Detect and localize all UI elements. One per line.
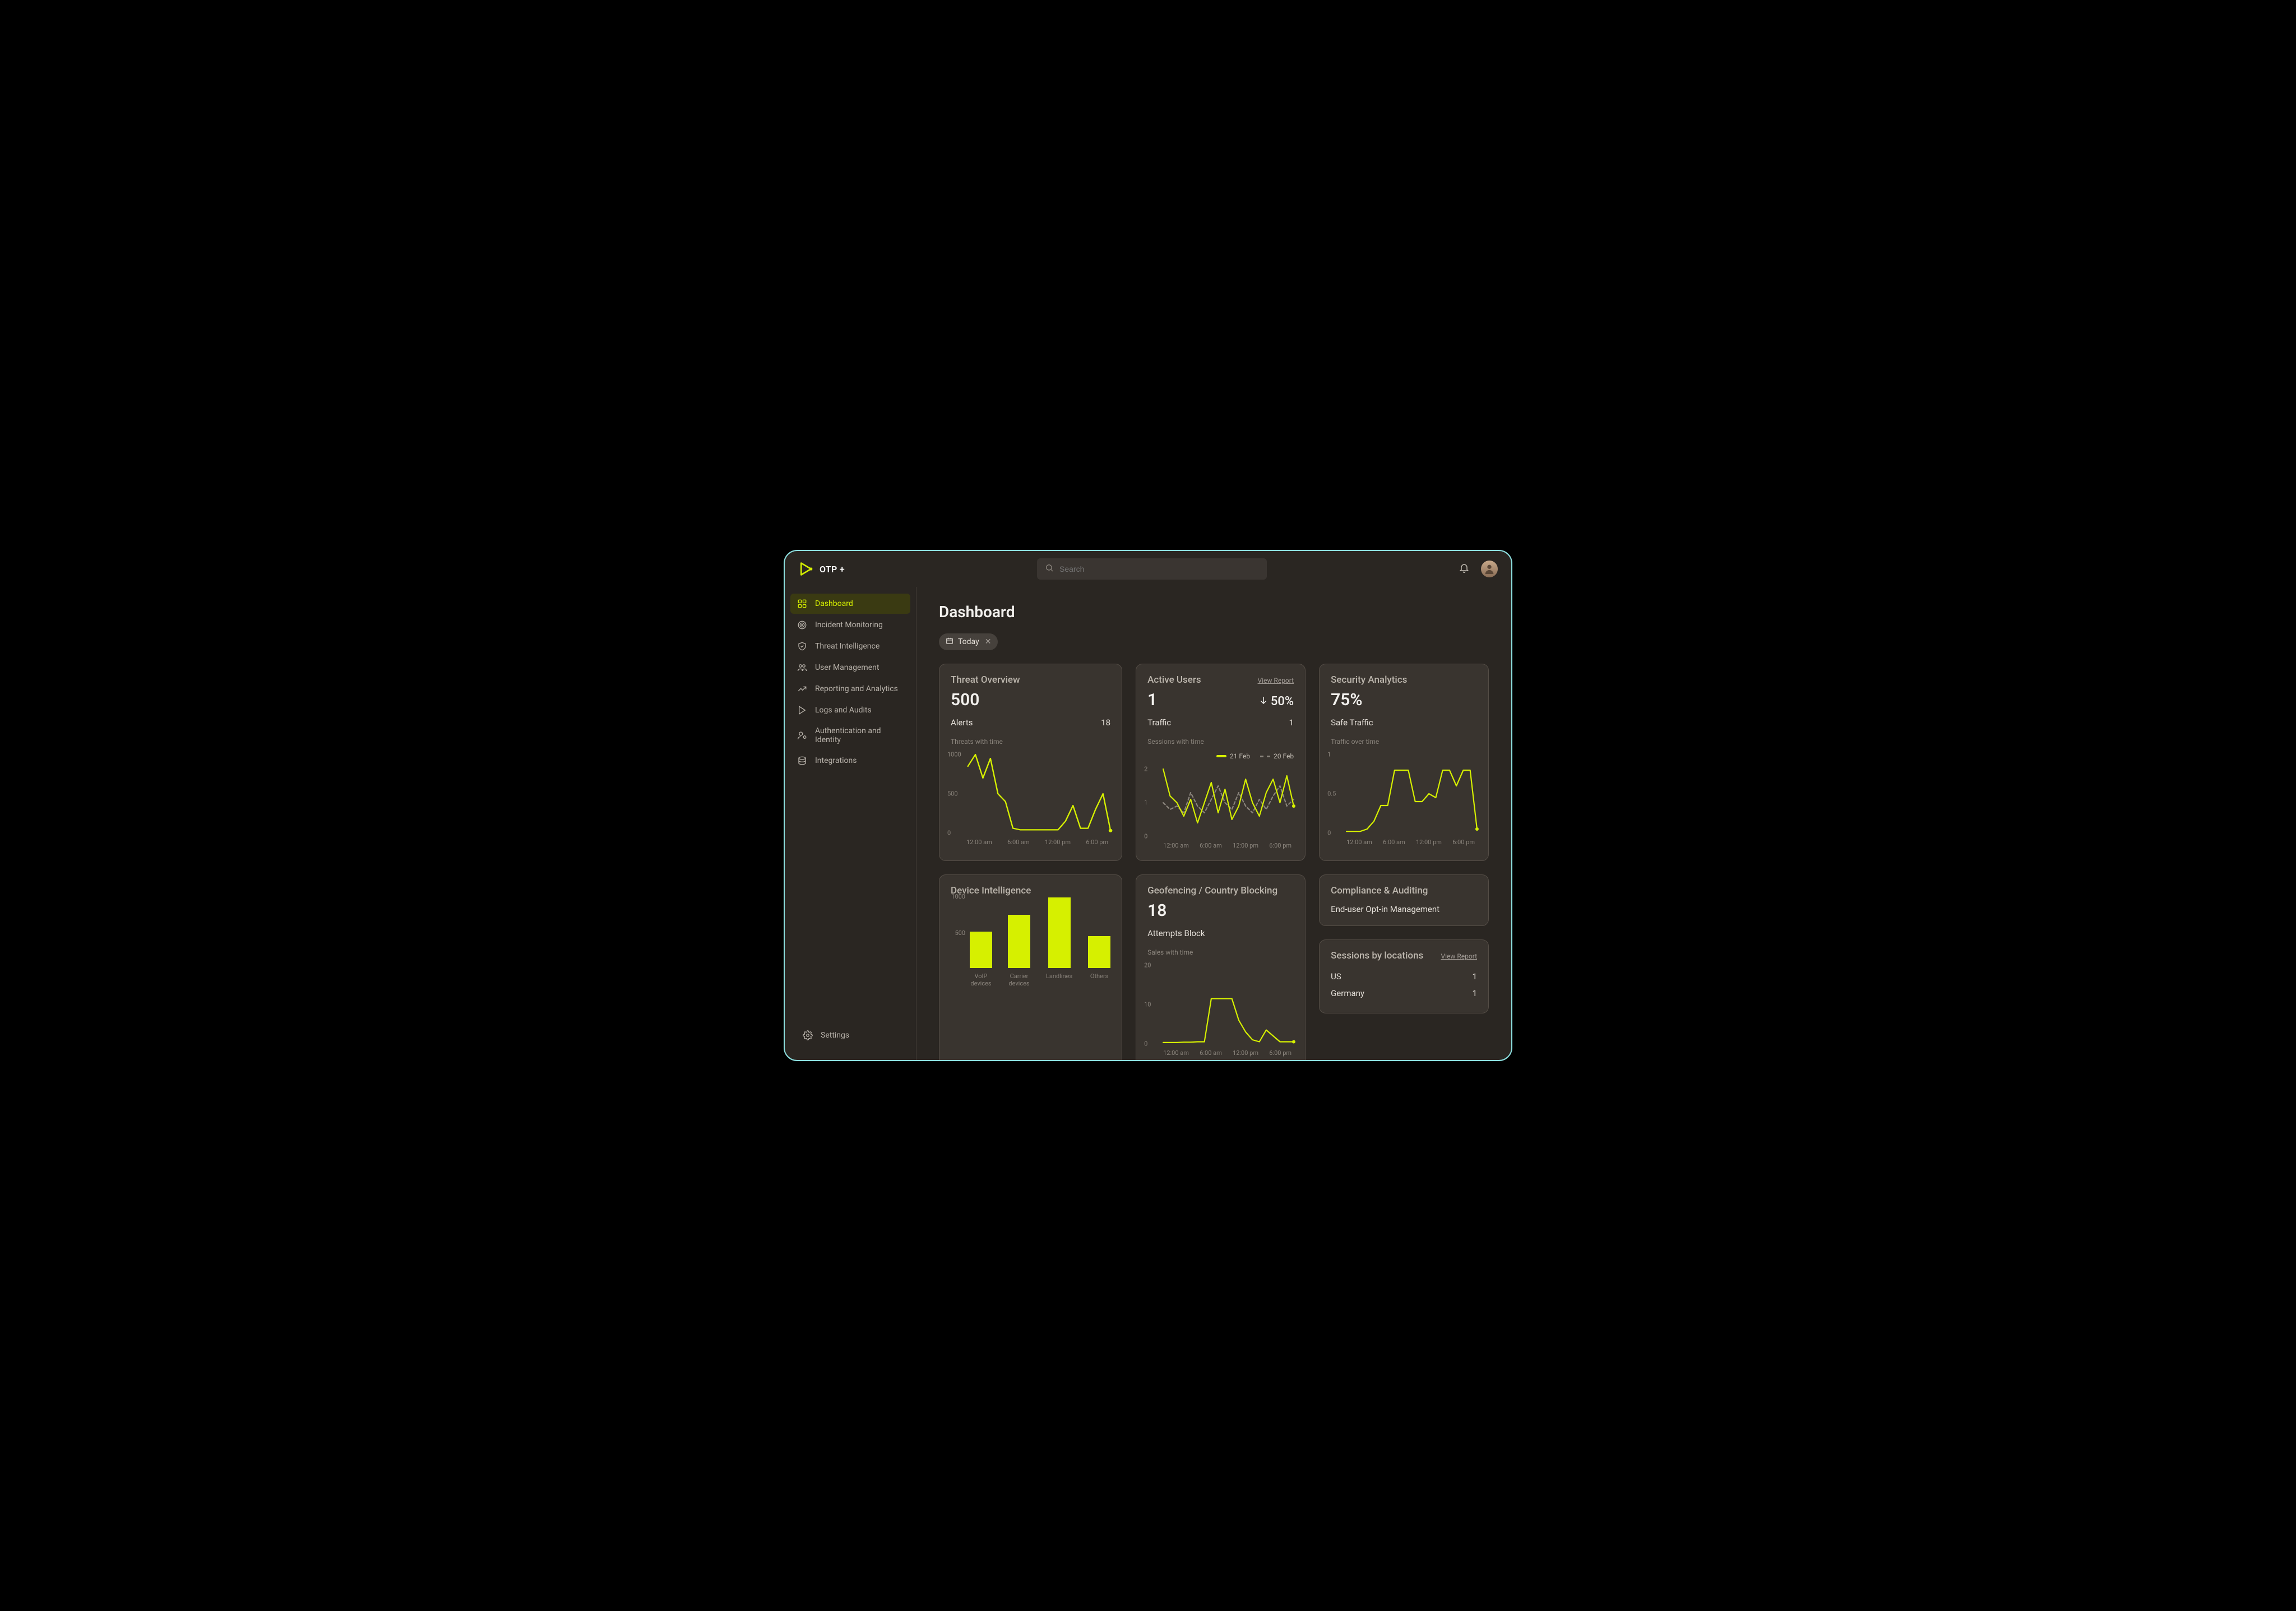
sidebar-item-reporting-and-analytics[interactable]: Reporting and Analytics (790, 679, 910, 699)
layers-icon (797, 756, 807, 766)
search-icon (1045, 563, 1054, 575)
rocket-icon (797, 705, 807, 715)
sidebar-item-label: Authentication and Identity (815, 726, 904, 744)
bar-landlines: Landlines (1046, 897, 1072, 986)
card-security-analytics: Security Analytics 75% Safe Traffic Traf… (1319, 664, 1489, 861)
brand-name: OTP + (820, 564, 845, 575)
sidebar-item-logs-and-audits[interactable]: Logs and Audits (790, 700, 910, 720)
line-chart: 01020 (1147, 962, 1294, 1046)
sidebar-item-settings[interactable]: Settings (796, 1025, 905, 1045)
sidebar-item-label: Threat Intelligence (815, 642, 879, 651)
x-axis-ticks: 12:00 am6:00 am12:00 pm6:00 pm (1331, 835, 1477, 846)
chart-icon (797, 684, 807, 694)
card-title: Active Users (1147, 674, 1201, 686)
sub-label: Attempts Block (1147, 928, 1205, 938)
filter-chip-label: Today (958, 637, 979, 646)
brand: OTP + (798, 561, 910, 577)
card-active-users: Active Users View Report 1 50% Tr (1136, 664, 1306, 861)
x-axis-ticks: 12:00 am6:00 am12:00 pm6:00 pm (1147, 1046, 1294, 1057)
sidebar-item-dashboard[interactable]: Dashboard (790, 594, 910, 614)
sidebar-item-label: Incident Monitoring (815, 621, 883, 629)
card-title: Compliance & Auditing (1331, 885, 1428, 896)
chart-legend: 21 Feb 20 Feb (1147, 752, 1294, 760)
grid-icon (797, 599, 807, 609)
search-input[interactable] (1059, 564, 1259, 573)
chart-label: Traffic over time (1331, 738, 1477, 746)
sidebar-item-label: Dashboard (815, 599, 853, 608)
shield-icon (797, 641, 807, 651)
card-geofencing: Geofencing / Country Blocking 18 Attempt… (1136, 874, 1306, 1060)
card-compliance: Compliance & Auditing End-user Opt-in Ma… (1319, 874, 1489, 926)
sub-value: 18 (1101, 717, 1110, 728)
topbar: OTP + (785, 551, 1511, 587)
sub-label: Traffic (1147, 717, 1171, 728)
line-chart: 05001000 (951, 751, 1110, 835)
calendar-icon (946, 637, 953, 647)
user-key-icon (797, 730, 807, 740)
logo-icon (798, 561, 814, 577)
search-box[interactable] (1037, 558, 1267, 580)
sidebar-item-threat-intelligence[interactable]: Threat Intelligence (790, 636, 910, 656)
card-title: Threat Overview (951, 674, 1020, 686)
chart-label: Sessions with time (1147, 738, 1294, 746)
content: Dashboard Today ✕ Threat Overview 500 Al… (916, 587, 1511, 1060)
sidebar-item-user-management[interactable]: User Management (790, 658, 910, 678)
app-window: OTP + Dashboard Incident Monitoring Threat… (784, 550, 1512, 1061)
sidebar-item-label: Integrations (815, 756, 857, 765)
card-title: Security Analytics (1331, 674, 1407, 686)
avatar[interactable] (1481, 561, 1498, 577)
metric-value: 500 (951, 690, 1110, 710)
card-sessions-by-location: Sessions by locations View Report US1Ger… (1319, 939, 1489, 1013)
arrow-down-icon (1258, 695, 1269, 709)
chart-label: Threats with time (951, 738, 1110, 746)
card-title: Geofencing / Country Blocking (1147, 885, 1277, 896)
sessions-list: US1Germany1 (1331, 968, 1477, 1002)
sidebar-item-authentication-and-identity[interactable]: Authentication and Identity (790, 721, 910, 749)
bar-others: Others (1088, 936, 1110, 986)
target-icon (797, 620, 807, 630)
compliance-line: End-user Opt-in Management (1331, 904, 1477, 914)
view-report-link[interactable]: View Report (1258, 677, 1294, 684)
line-chart: 00.51 (1331, 751, 1477, 835)
metric-value: 18 (1147, 901, 1294, 920)
filter-chip-today[interactable]: Today ✕ (939, 633, 998, 650)
close-icon[interactable]: ✕ (985, 637, 992, 646)
view-report-link[interactable]: View Report (1441, 952, 1477, 960)
sub-value: 1 (1289, 717, 1294, 728)
session-row: Germany1 (1331, 985, 1477, 1002)
line-chart: 012 (1147, 766, 1294, 839)
bar-carrier-devices: Carrier devices (1008, 915, 1030, 986)
bar-voip-devices: VoIP devices (970, 932, 992, 986)
card-title: Sessions by locations (1331, 950, 1423, 961)
metric-value: 75% (1331, 690, 1477, 710)
sidebar-item-label: Logs and Audits (815, 706, 872, 715)
bar-chart: 5001000 VoIP devicesCarrier devicesLandl… (951, 896, 1110, 986)
card-device-intelligence: Device Intelligence 5001000 VoIP devices… (939, 874, 1122, 1060)
x-axis-ticks: 12:00 am6:00 am12:00 pm6:00 pm (951, 835, 1110, 846)
page-title: Dashboard (939, 603, 1489, 621)
metric-value: 1 (1147, 690, 1157, 710)
delta-value: 50% (1258, 695, 1294, 709)
sub-label: Alerts (951, 717, 973, 728)
users-icon (797, 663, 807, 673)
main-area: Dashboard Incident Monitoring Threat Intel… (785, 587, 1511, 1060)
sidebar-item-integrations[interactable]: Integrations (790, 751, 910, 771)
sidebar-item-incident-monitoring[interactable]: Incident Monitoring (790, 615, 910, 635)
sidebar: Dashboard Incident Monitoring Threat Intel… (785, 587, 916, 1060)
sidebar-item-label: User Management (815, 663, 879, 672)
chart-label: Sales with time (1147, 948, 1294, 956)
card-threat-overview: Threat Overview 500 Alerts 18 Threats wi… (939, 664, 1122, 861)
x-axis-ticks: 12:00 am6:00 am12:00 pm6:00 pm (1147, 839, 1294, 849)
session-row: US1 (1331, 968, 1477, 985)
bell-icon[interactable] (1459, 562, 1470, 576)
sidebar-item-label: Reporting and Analytics (815, 684, 898, 693)
sub-label: Safe Traffic (1331, 717, 1373, 728)
sidebar-item-label: Settings (821, 1031, 849, 1040)
gear-icon (803, 1030, 813, 1040)
